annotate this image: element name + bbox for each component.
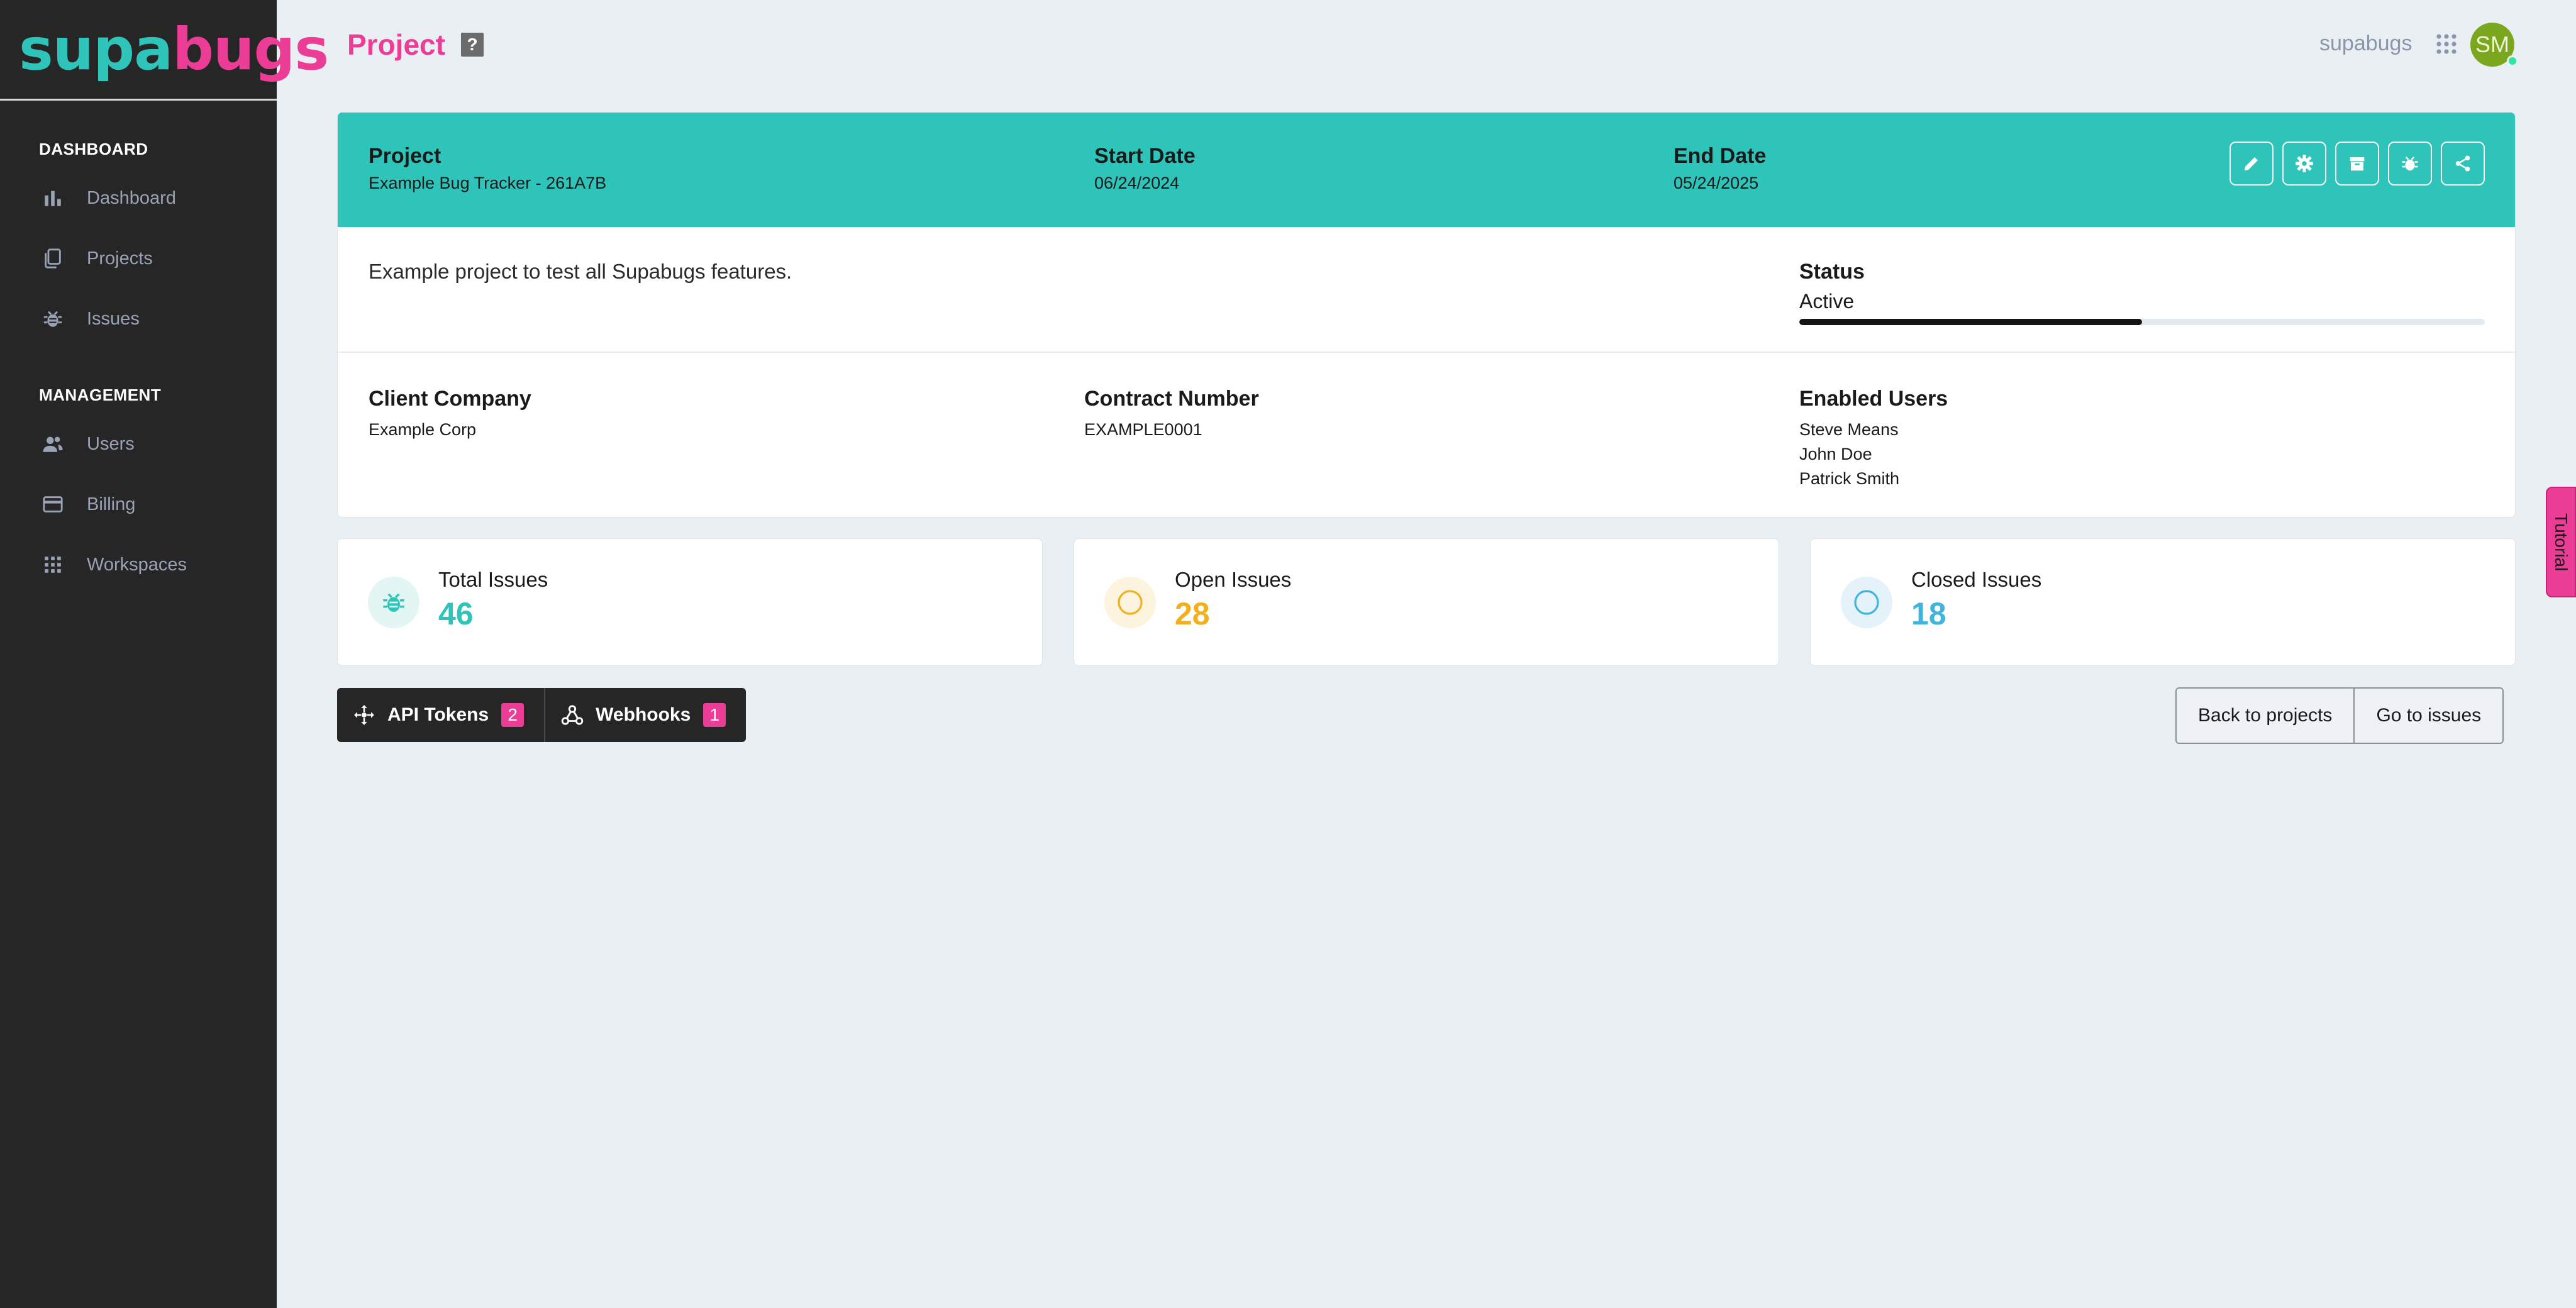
nav-section-dashboard: DASHBOARD bbox=[39, 140, 148, 158]
sidebar-item-issues[interactable]: Issues bbox=[0, 289, 277, 349]
report-bug-button[interactable] bbox=[2388, 141, 2432, 186]
contract-number-value: EXAMPLE0001 bbox=[1084, 420, 1202, 439]
list-item: John Doe bbox=[1799, 445, 1872, 463]
info-row: Client Company Example Corp Contract Num… bbox=[338, 353, 2515, 517]
project-description: Example project to test all Supabugs fea… bbox=[369, 260, 792, 283]
project-name: Example Bug Tracker - 261A7B bbox=[369, 174, 607, 192]
end-date-field: End Date 05/24/2025 bbox=[1674, 144, 1766, 193]
help-button[interactable]: ? bbox=[461, 33, 484, 57]
description-row: Example project to test all Supabugs fea… bbox=[338, 227, 2515, 353]
workspace-name[interactable]: supabugs bbox=[2319, 31, 2412, 56]
start-date-value: 06/24/2024 bbox=[1094, 174, 1180, 192]
share-icon bbox=[2455, 155, 2470, 172]
bar-chart-icon bbox=[42, 187, 64, 209]
logo[interactable]: supabugs bbox=[0, 0, 329, 101]
bug-icon bbox=[42, 308, 64, 330]
sidebar-item-dashboard[interactable]: Dashboard bbox=[0, 168, 277, 228]
tutorial-tab[interactable]: Tutorial bbox=[2546, 487, 2576, 597]
contract-number-field: Contract Number EXAMPLE0001 bbox=[1084, 387, 1259, 442]
status-value: Active bbox=[1799, 290, 1855, 313]
webhooks-button[interactable]: Webhooks 1 bbox=[544, 688, 746, 742]
open-issues-card[interactable]: Open Issues 28 bbox=[1074, 538, 1779, 666]
api-tokens-icon bbox=[354, 705, 374, 725]
nav-section-management: MANAGEMENT bbox=[39, 385, 162, 404]
project-label: Project bbox=[369, 144, 441, 168]
client-company-label: Client Company bbox=[369, 387, 531, 411]
sidebar-item-label: Issues bbox=[87, 308, 140, 329]
list-item: Patrick Smith bbox=[1799, 469, 1900, 488]
bug-icon bbox=[368, 577, 419, 628]
project-name-field: Project Example Bug Tracker - 261A7B bbox=[369, 144, 606, 193]
grid-icon bbox=[42, 553, 64, 576]
apps-grid-icon[interactable] bbox=[2435, 33, 2458, 55]
sidebar-item-label: Users bbox=[87, 433, 135, 454]
start-date-label: Start Date bbox=[1094, 144, 1196, 168]
client-company-value: Example Corp bbox=[369, 420, 477, 439]
client-company-field: Client Company Example Corp bbox=[369, 387, 531, 442]
status-progress-fill bbox=[1799, 319, 2142, 325]
sidebar-item-label: Billing bbox=[87, 494, 136, 514]
settings-button[interactable] bbox=[2282, 141, 2326, 186]
credit-card-icon bbox=[42, 493, 64, 516]
sidebar-item-users[interactable]: Users bbox=[0, 414, 277, 474]
bug-icon bbox=[2402, 157, 2418, 171]
sidebar-item-label: Workspaces bbox=[87, 554, 187, 575]
archive-button[interactable] bbox=[2335, 141, 2379, 186]
sidebar-item-label: Dashboard bbox=[87, 187, 176, 208]
closed-circle-icon bbox=[1841, 577, 1892, 628]
sidebar-item-workspaces[interactable]: Workspaces bbox=[0, 535, 277, 595]
sidebar: supabugs DASHBOARD Dashboard Projects Is… bbox=[0, 0, 329, 1308]
webhooks-label: Webhooks bbox=[596, 704, 691, 725]
end-date-label: End Date bbox=[1674, 144, 1767, 168]
stat-label: Total Issues bbox=[438, 568, 548, 591]
project-card-header: Project Example Bug Tracker - 261A7B Sta… bbox=[338, 113, 2515, 227]
sidebar-item-label: Projects bbox=[87, 248, 153, 269]
tutorial-label: Tutorial bbox=[2551, 513, 2571, 572]
stat-label: Closed Issues bbox=[1911, 568, 2042, 591]
open-circle-icon bbox=[1104, 577, 1156, 628]
sidebar-item-projects[interactable]: Projects bbox=[0, 228, 277, 289]
logo-text: supabugs bbox=[19, 20, 329, 79]
stat-value: 18 bbox=[1911, 596, 1946, 631]
webhook-icon bbox=[561, 705, 584, 725]
logo-part-supa: supa bbox=[19, 15, 173, 83]
webhooks-count-badge: 1 bbox=[703, 703, 726, 727]
api-tokens-button[interactable]: API Tokens 2 bbox=[337, 688, 544, 742]
go-to-issues-button[interactable]: Go to issues bbox=[2353, 689, 2502, 743]
share-button[interactable] bbox=[2441, 141, 2485, 186]
enabled-users-label: Enabled Users bbox=[1799, 387, 1948, 411]
stat-value: 28 bbox=[1175, 596, 1210, 631]
page-title: Project bbox=[347, 28, 445, 61]
edit-button[interactable] bbox=[2229, 141, 2273, 186]
navigation-button-group: Back to projects Go to issues bbox=[2175, 687, 2504, 744]
list-item: Steve Means bbox=[1799, 420, 1899, 439]
documents-icon bbox=[42, 247, 64, 270]
settings-icon bbox=[2296, 155, 2313, 172]
logo-part-bugs: bugs bbox=[172, 15, 329, 83]
start-date-field: Start Date 06/24/2024 bbox=[1094, 144, 1196, 193]
integrations-toolbar: API Tokens 2 Webhooks 1 bbox=[337, 688, 747, 742]
stat-label: Open Issues bbox=[1175, 568, 1292, 591]
sidebar-item-billing[interactable]: Billing bbox=[0, 474, 277, 535]
stat-value: 46 bbox=[438, 596, 474, 631]
end-date-value: 05/24/2025 bbox=[1674, 174, 1759, 192]
contract-number-label: Contract Number bbox=[1084, 387, 1259, 411]
users-icon bbox=[42, 433, 64, 455]
closed-issues-card[interactable]: Closed Issues 18 bbox=[1810, 538, 2516, 666]
status-progress-bar bbox=[1799, 319, 2485, 325]
enabled-users-field: Enabled Users Steve Means John Doe Patri… bbox=[1799, 387, 1948, 491]
project-actions bbox=[2229, 141, 2485, 186]
project-card: Project Example Bug Tracker - 261A7B Sta… bbox=[337, 112, 2516, 518]
back-to-projects-button[interactable]: Back to projects bbox=[2177, 689, 2353, 743]
total-issues-card[interactable]: Total Issues 46 bbox=[337, 538, 1043, 666]
archive-icon bbox=[2350, 157, 2365, 171]
api-tokens-count-badge: 2 bbox=[501, 703, 525, 727]
status-label: Status bbox=[1799, 260, 1865, 284]
api-tokens-label: API Tokens bbox=[387, 704, 489, 725]
online-status-dot bbox=[2507, 55, 2518, 67]
edit-icon bbox=[2244, 157, 2258, 171]
enabled-users-list: Steve Means John Doe Patrick Smith bbox=[1799, 418, 1948, 491]
